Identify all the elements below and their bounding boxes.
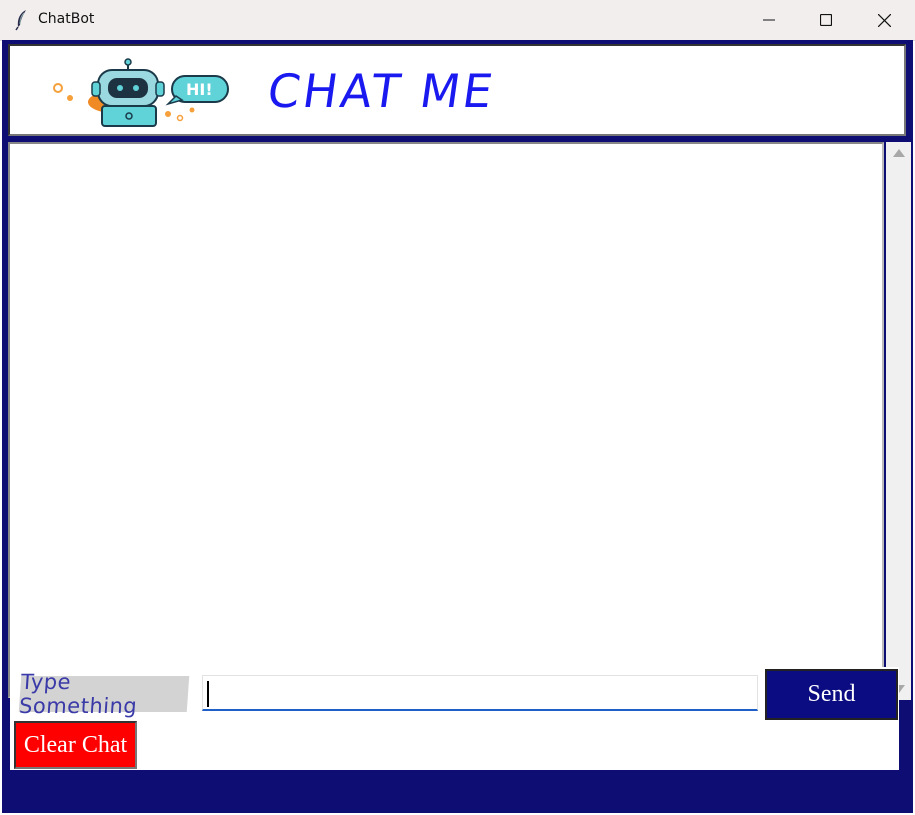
scroll-up-arrow-icon[interactable]: [893, 149, 905, 157]
logo-hi-text: HI!: [186, 80, 213, 99]
chat-log[interactable]: [8, 142, 884, 698]
app-title: CHAT ME: [264, 64, 499, 118]
header-banner: HI! CHAT ME: [8, 44, 906, 136]
feather-icon: [12, 9, 32, 31]
maximize-button[interactable]: [797, 0, 855, 40]
window-title: ChatBot: [38, 11, 95, 27]
close-button[interactable]: [855, 0, 913, 40]
minimize-icon: [763, 19, 775, 21]
maximize-icon: [820, 14, 832, 26]
send-button[interactable]: Send: [765, 669, 898, 720]
window-titlebar: ChatBot: [0, 0, 915, 41]
chat-scrollbar[interactable]: [886, 142, 911, 700]
close-icon: [877, 13, 891, 27]
type-something-label: Type Something: [18, 670, 190, 718]
message-input[interactable]: [202, 675, 758, 711]
minimize-button[interactable]: [740, 0, 798, 40]
input-bar: Type Something Send Clear Chat: [10, 667, 899, 770]
text-cursor: [207, 681, 209, 707]
clear-chat-button[interactable]: Clear Chat: [14, 721, 137, 769]
robot-logo: HI!: [50, 58, 230, 130]
